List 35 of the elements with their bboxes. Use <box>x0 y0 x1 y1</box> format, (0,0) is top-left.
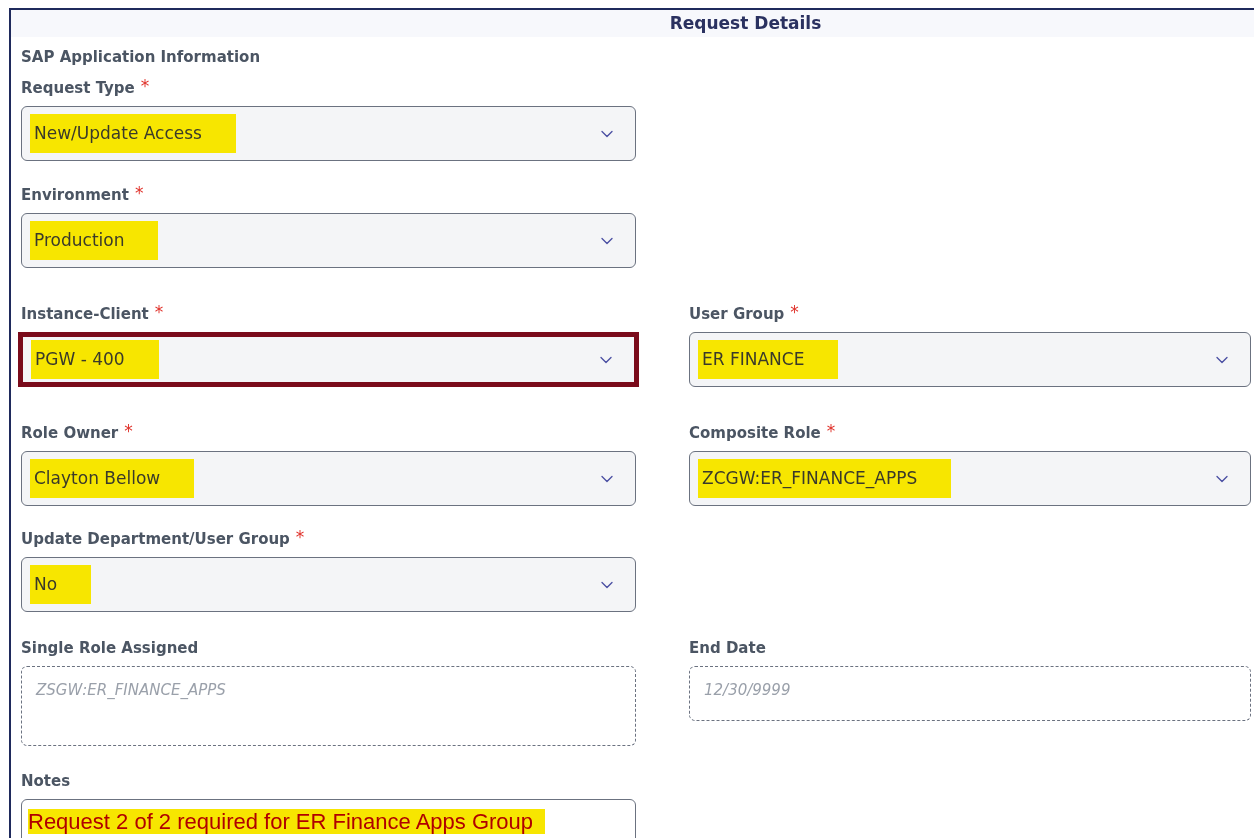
section-title: SAP Application Information <box>21 48 261 66</box>
field-label: Single Role Assigned <box>21 639 199 657</box>
field-label: Composite Role <box>689 424 821 442</box>
required-mark: * <box>134 186 144 200</box>
required-mark: * <box>124 424 133 438</box>
panel-title: Request Details <box>669 11 822 35</box>
field-value: New/Update Access <box>30 113 236 154</box>
dropdown-field[interactable]: ZCGW:ER_FINANCE_APPS <box>689 451 1251 506</box>
field-value: PGW - 400 <box>31 339 159 380</box>
field-value: ZCGW:ER_FINANCE_APPS <box>698 458 952 499</box>
field-label: Update Department/User Group <box>21 530 290 548</box>
field-value: Production <box>30 220 159 261</box>
dropdown-field[interactable]: PGW - 400 <box>18 332 639 387</box>
field-label: Environment <box>21 186 129 204</box>
field-label: Instance-Client <box>21 305 149 323</box>
field-value: ER FINANCE <box>698 339 839 380</box>
required-mark: * <box>790 305 799 319</box>
field-label: End Date <box>689 639 766 657</box>
required-mark: * <box>826 424 836 438</box>
field-value: No <box>30 564 92 605</box>
field-label: Notes <box>21 772 71 790</box>
field-label: Role Owner <box>21 424 119 442</box>
notes-field[interactable]: Request 2 of 2 required for ER Finance Apps Group <box>21 799 636 838</box>
notes-text: Request 2 of 2 required for ER Finance Apps Group <box>28 809 546 834</box>
required-mark: * <box>295 530 305 544</box>
dropdown-field[interactable]: Production <box>21 213 636 268</box>
field-label: Request Type <box>21 79 135 97</box>
dropdown-field[interactable]: ER FINANCE <box>689 332 1251 387</box>
dropdown-field[interactable]: No <box>21 557 636 612</box>
field-value: Clayton Bellow <box>30 458 195 499</box>
required-mark: * <box>154 305 164 319</box>
dropdown-field[interactable]: Clayton Bellow <box>21 451 636 506</box>
field-label: User Group <box>689 305 785 323</box>
dropdown-field[interactable]: New/Update Access <box>21 106 636 161</box>
required-mark: * <box>140 79 150 93</box>
